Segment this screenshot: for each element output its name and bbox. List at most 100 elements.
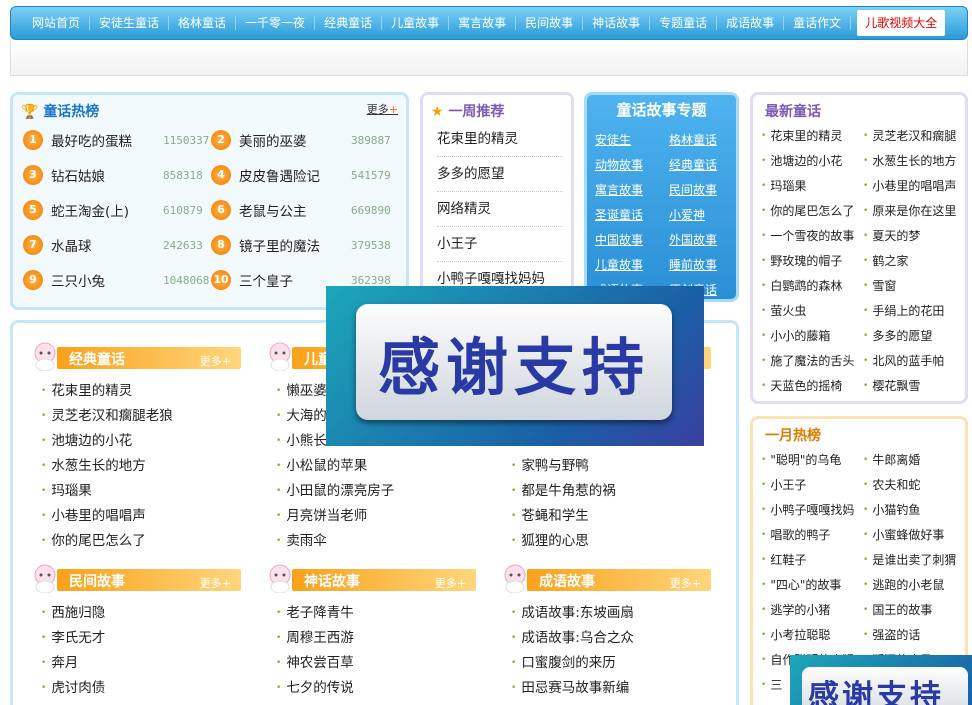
latest-item[interactable]: 花束里的精灵 [761, 127, 842, 144]
topic-link[interactable]: 民间故事 [669, 181, 717, 198]
nav-link[interactable]: 专题童话 [650, 16, 718, 30]
latest-item[interactable]: 水葱生长的地方 [863, 152, 956, 169]
category-item[interactable]: 神女瑶姬的神话传说 [276, 701, 408, 705]
monthly-item[interactable]: 小猫钓鱼 [863, 501, 920, 518]
latest-item[interactable]: 玛瑙果 [761, 177, 806, 194]
nav-link[interactable]: 儿歌视频大全 [857, 10, 946, 36]
nav-link[interactable]: 成语故事 [717, 16, 785, 30]
category-item[interactable]: 小田鼠的漂亮房子 [276, 479, 394, 499]
nav-link[interactable]: 神话故事 [583, 16, 651, 30]
nav-link[interactable]: 儿童故事 [382, 16, 450, 30]
hot-item-title[interactable]: 老鼠与公主 [239, 200, 307, 220]
category-item[interactable]: 仙人指路的故事 [511, 701, 616, 705]
latest-item[interactable]: 白鹦鹉的森林 [761, 277, 842, 294]
topic-link[interactable]: 圣诞童话 [595, 206, 643, 223]
monthly-item[interactable]: 唱歌的鸭子 [761, 526, 830, 543]
category-name[interactable]: 经典童话 [69, 349, 125, 369]
category-item[interactable]: 李氏无才 [41, 626, 105, 646]
hot-more-link[interactable]: 更多+ [367, 101, 398, 117]
hot-item-title[interactable]: 最好吃的蛋糕 [51, 130, 132, 150]
category-item[interactable]: 田忌赛马故事新编 [511, 676, 629, 696]
thanks-support-ad[interactable]: 感谢支持 [326, 286, 704, 446]
topic-link[interactable]: 经典童话 [669, 156, 717, 173]
category-item[interactable]: 口蜜腹剑的来历 [511, 651, 616, 671]
thanks-support-ad-small[interactable]: 感谢支持 [790, 655, 972, 705]
monthly-item[interactable]: 牛郎离婚 [863, 451, 920, 468]
latest-item[interactable]: 樱花飘雪 [863, 377, 920, 394]
latest-item[interactable]: 夏天的梦 [863, 227, 920, 244]
category-item[interactable]: 玛瑙果 [41, 479, 92, 499]
monthly-item[interactable]: "四心"的故事 [761, 576, 841, 593]
monthly-item[interactable]: 小王子 [761, 476, 806, 493]
topic-link[interactable]: 寓言故事 [595, 181, 643, 198]
latest-item[interactable]: 多多的愿望 [863, 327, 932, 344]
latest-item[interactable]: 鹤之家 [863, 252, 908, 269]
category-item[interactable]: 都是牛角惹的祸 [511, 479, 616, 499]
category-item[interactable]: 小松鼠的苹果 [276, 454, 367, 474]
hot-item[interactable]: 4 皮皮鲁遇险记 541579 [211, 164, 391, 186]
category-item[interactable]: 西施归隐 [41, 601, 105, 621]
category-item[interactable]: 懒巫婆 [276, 379, 327, 399]
latest-item[interactable]: 原来是你在这里 [863, 202, 956, 219]
hot-item[interactable]: 8 镜子里的魔法 379538 [211, 234, 391, 256]
nav-link[interactable]: 经典童话 [315, 16, 383, 30]
topic-link[interactable]: 格林童话 [669, 131, 717, 148]
topic-link[interactable]: 中国故事 [595, 231, 643, 248]
hot-item-title[interactable]: 蛇王淘金(上) [51, 200, 129, 220]
weekly-item[interactable]: 小王子 [437, 227, 563, 262]
hot-item[interactable]: 7 水晶球 242633 [23, 234, 203, 256]
category-item[interactable]: 灵芝老汉和瘸腿老狼 [41, 404, 173, 424]
category-item[interactable]: 你的尾巴怎么了 [41, 529, 146, 549]
category-item[interactable]: 池塘边的小花 [41, 429, 132, 449]
topic-link[interactable]: 安徒生 [595, 131, 631, 148]
category-item[interactable]: 七夕的传说 [276, 676, 354, 696]
category-name[interactable]: 神话故事 [304, 571, 360, 591]
hot-item[interactable]: 2 美丽的巫婆 389887 [211, 129, 391, 151]
latest-item[interactable]: 你的尾巴怎么了 [761, 202, 854, 219]
category-item[interactable]: 成语故事:乌合之众 [511, 626, 634, 646]
category-item[interactable]: 成语故事:东坡画扇 [511, 601, 634, 621]
weekly-item[interactable]: 花束里的精灵 [437, 122, 563, 157]
category-more-link[interactable]: 更多+ [435, 575, 466, 591]
nav-link[interactable]: 安徒生童话 [90, 16, 170, 30]
monthly-item[interactable]: 小蜜蜂做好事 [863, 526, 944, 543]
topic-link[interactable]: 小爱神 [669, 206, 705, 223]
category-name[interactable]: 成语故事 [539, 571, 595, 591]
latest-item[interactable]: 小小的藤箱 [761, 327, 830, 344]
weekly-item[interactable]: 网络精灵 [437, 192, 563, 227]
weekly-item[interactable]: 多多的愿望 [437, 157, 563, 192]
hot-item[interactable]: 3 钻石姑娘 858318 [23, 164, 203, 186]
category-item[interactable]: 小熊长 [276, 429, 327, 449]
category-item[interactable]: 水葱生长的地方 [41, 454, 146, 474]
category-item[interactable]: 家鸭与野鸭 [511, 454, 589, 474]
monthly-item[interactable]: 强盗的话 [863, 626, 920, 643]
hot-item[interactable]: 9 三只小兔 1048068 [23, 269, 209, 291]
monthly-item[interactable]: 小考拉聪聪 [761, 626, 830, 643]
latest-item[interactable]: 池塘边的小花 [761, 152, 842, 169]
topic-link[interactable]: 外国故事 [669, 231, 717, 248]
hot-item-title[interactable]: 皮皮鲁遇险记 [239, 165, 320, 185]
category-item[interactable]: 大海的 [276, 404, 327, 424]
category-item[interactable]: 虎讨肉债 [41, 676, 105, 696]
latest-item[interactable]: 手绢上的花田 [863, 302, 944, 319]
category-more-link[interactable]: 更多+ [200, 575, 231, 591]
topic-link[interactable]: 儿童故事 [595, 256, 643, 273]
latest-item[interactable]: 一个雪夜的故事 [761, 227, 854, 244]
hot-item-title[interactable]: 水晶球 [51, 235, 92, 255]
monthly-item[interactable]: 农夫和蛇 [863, 476, 920, 493]
category-name[interactable]: 民间故事 [69, 571, 125, 591]
latest-item[interactable]: 施了魔法的舌头 [761, 352, 854, 369]
category-more-link[interactable]: 更多+ [670, 575, 701, 591]
monthly-item[interactable]: "聪明"的乌龟 [761, 451, 841, 468]
hot-item-title[interactable]: 美丽的巫婆 [239, 130, 307, 150]
nav-link[interactable]: 网站首页 [23, 16, 91, 30]
category-item[interactable]: 神农尝百草 [276, 651, 354, 671]
monthly-item[interactable]: 逃学的小猪 [761, 601, 830, 618]
latest-item[interactable]: 天蓝色的摇椅 [761, 377, 842, 394]
hot-item-title[interactable]: 镜子里的魔法 [239, 235, 320, 255]
nav-link[interactable]: 童话作文 [784, 16, 852, 30]
latest-item[interactable]: 小巷里的唱唱声 [863, 177, 956, 194]
category-more-link[interactable]: 更多+ [200, 353, 231, 369]
latest-item[interactable]: 灵芝老汉和瘸腿 [863, 127, 956, 144]
latest-item[interactable]: 萤火虫 [761, 302, 806, 319]
